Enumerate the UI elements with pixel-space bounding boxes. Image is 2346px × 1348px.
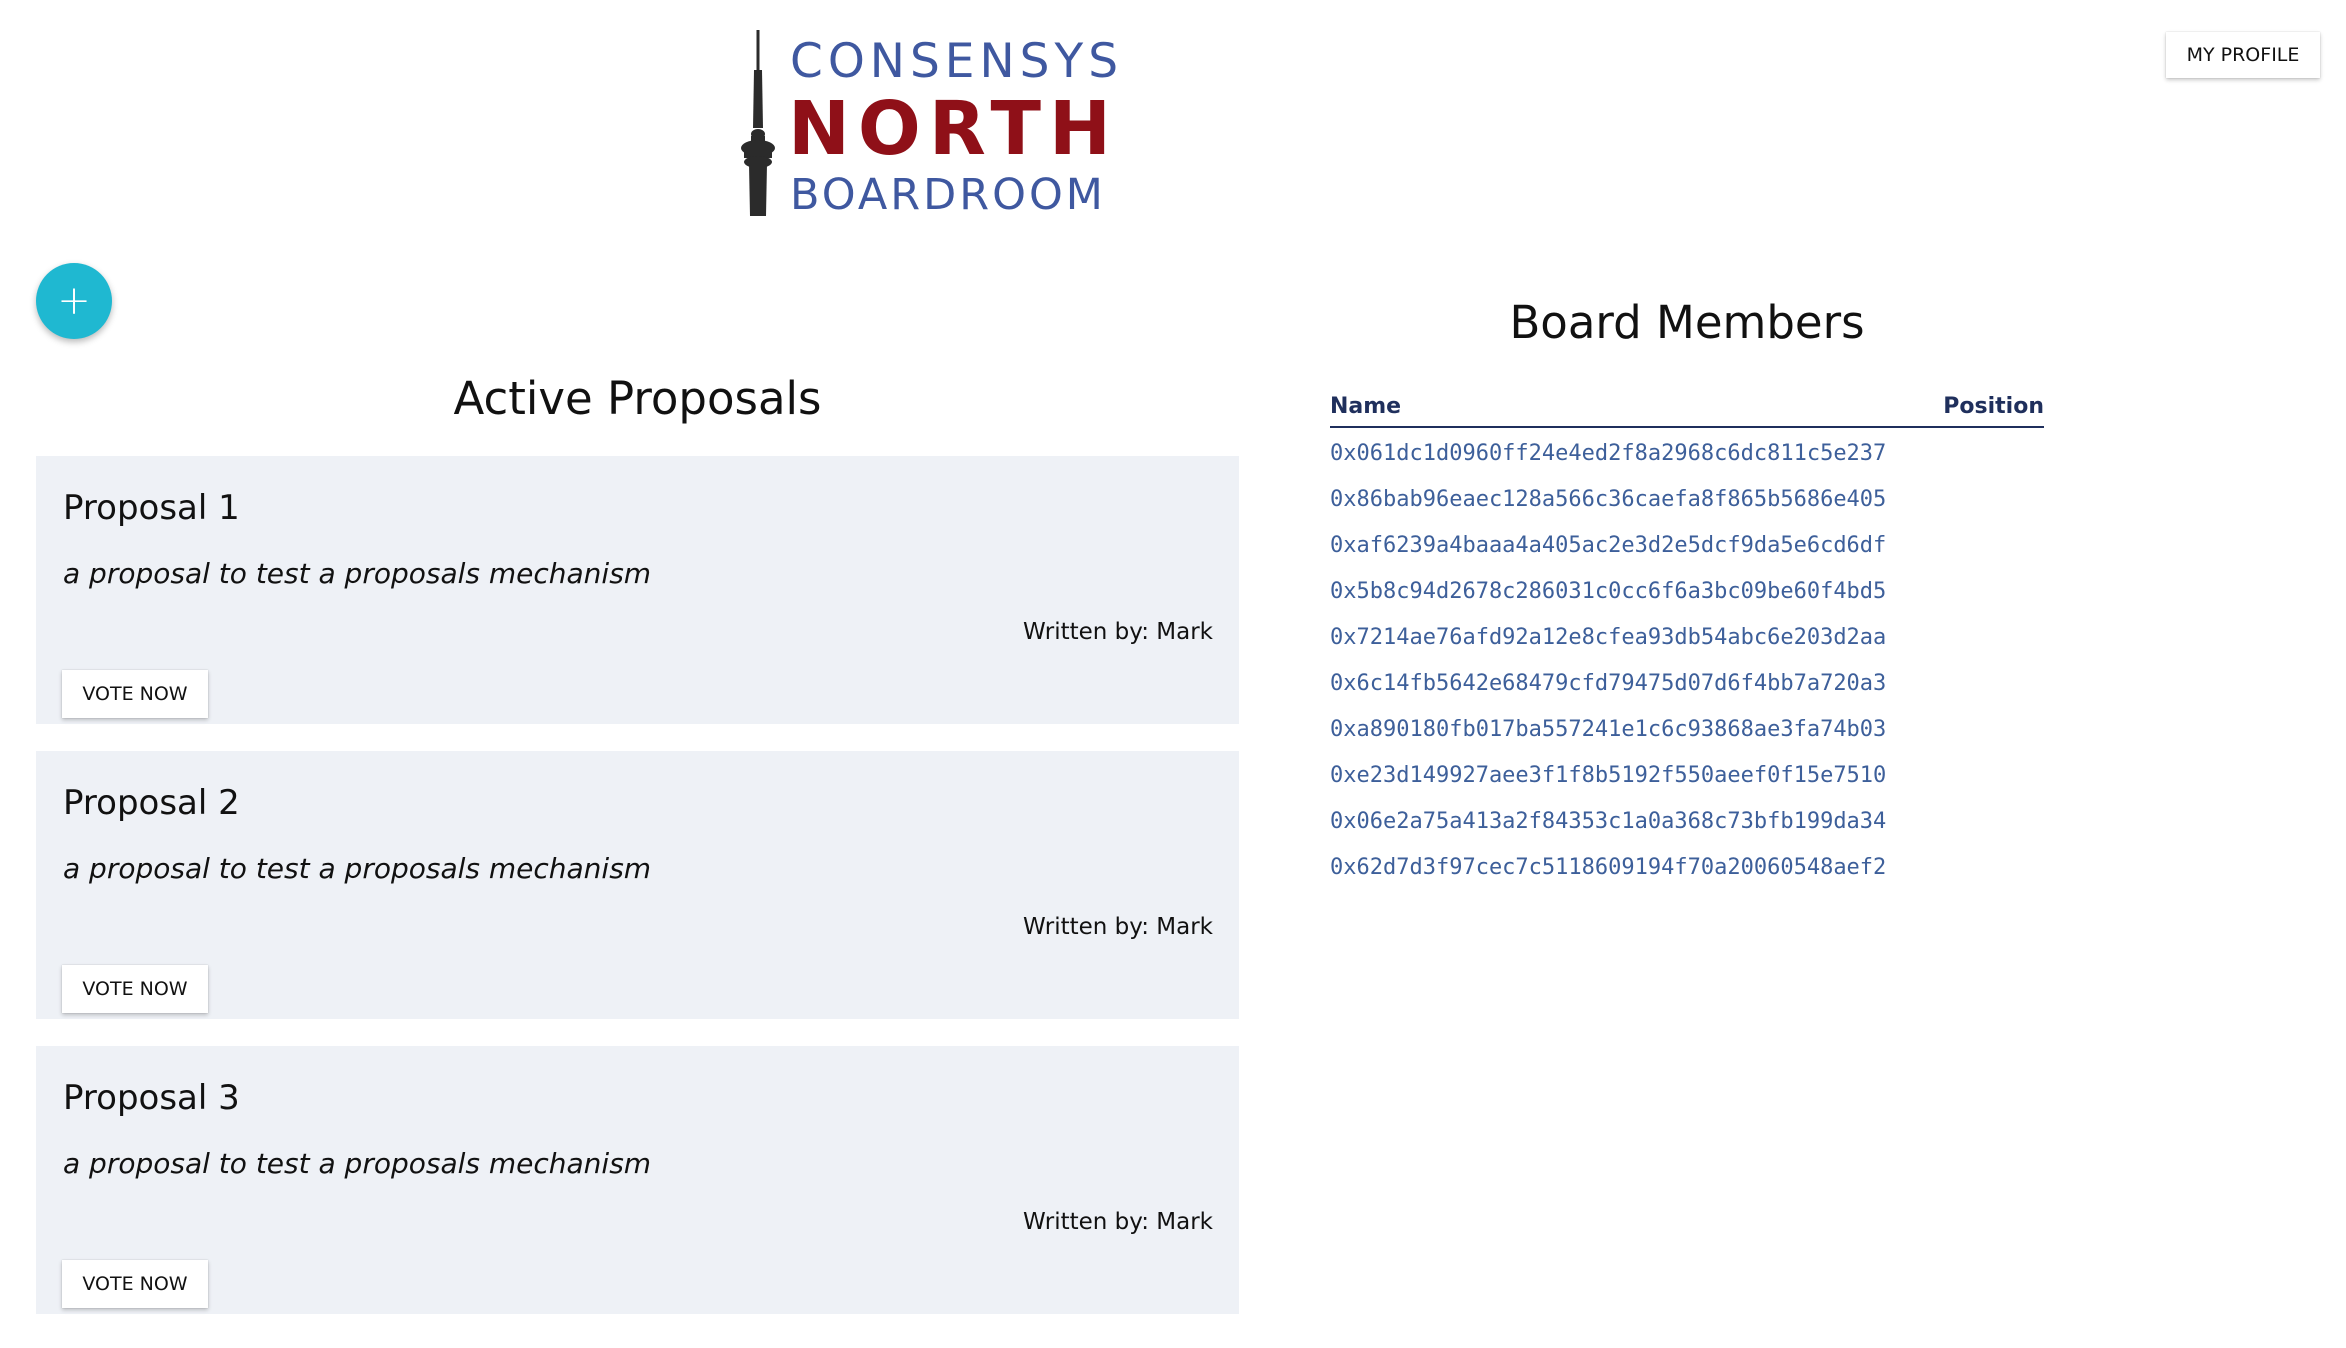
plus-icon: +: [57, 278, 91, 324]
column-header-position: Position: [1943, 393, 2044, 419]
logo-line-consensys: CONSENSYS: [790, 34, 1124, 89]
proposal-list: Proposal 1 a proposal to test a proposal…: [36, 456, 1239, 1341]
proposal-title: Proposal 1: [63, 488, 240, 528]
tower-icon: [741, 30, 775, 216]
table-header: Name Position: [1330, 386, 2044, 428]
proposal-title: Proposal 2: [63, 783, 240, 823]
table-row: 0x7214ae76afd92a12e8cfea93db54abc6e203d2…: [1330, 624, 1887, 650]
proposal-description: a proposal to test a proposals mechanism: [63, 1147, 652, 1180]
proposals-heading: Active Proposals: [453, 372, 822, 425]
add-proposal-button[interactable]: +: [36, 263, 112, 339]
app-logo: CONSENSYS NORTH BOARDROOM: [738, 30, 1118, 220]
proposal-card: Proposal 1 a proposal to test a proposal…: [36, 456, 1239, 724]
vote-now-button[interactable]: VOTE NOW: [62, 965, 208, 1013]
proposal-card: Proposal 3 a proposal to test a proposal…: [36, 1046, 1239, 1314]
proposal-description: a proposal to test a proposals mechanism: [63, 852, 652, 885]
column-header-name: Name: [1330, 393, 1402, 419]
table-row: 0x06e2a75a413a2f84353c1a0a368c73bfb199da…: [1330, 808, 1887, 834]
proposal-card: Proposal 2 a proposal to test a proposal…: [36, 751, 1239, 1019]
proposal-description: a proposal to test a proposals mechanism: [63, 557, 652, 590]
vote-now-button[interactable]: VOTE NOW: [62, 670, 208, 718]
table-row: 0x061dc1d0960ff24e4ed2f8a2968c6dc811c5e2…: [1330, 440, 1887, 466]
proposal-title: Proposal 3: [63, 1078, 240, 1118]
proposal-author: Written by: Mark: [1023, 1209, 1213, 1235]
logo-line-north: NORTH: [788, 86, 1119, 172]
vote-now-button[interactable]: VOTE NOW: [62, 1260, 208, 1308]
table-row: 0xaf6239a4baaa4a405ac2e3d2e5dcf9da5e6cd6…: [1330, 532, 1887, 558]
table-row: 0x6c14fb5642e68479cfd79475d07d6f4bb7a720…: [1330, 670, 1887, 696]
table-row: 0xe23d149927aee3f1f8b5192f550aeef0f15e75…: [1330, 762, 1887, 788]
my-profile-button[interactable]: MY PROFILE: [2166, 32, 2320, 78]
table-row: 0x5b8c94d2678c286031c0cc6f6a3bc09be60f4b…: [1330, 578, 1887, 604]
proposal-author: Written by: Mark: [1023, 914, 1213, 940]
board-members-heading: Board Members: [1509, 296, 1865, 349]
board-members-table: Name Position 0x061dc1d0960ff24e4ed2f8a2…: [1330, 386, 2044, 890]
table-row: 0x62d7d3f97cec7c5118609194f70a20060548ae…: [1330, 854, 1887, 880]
proposal-author: Written by: Mark: [1023, 619, 1213, 645]
logo-line-boardroom: BOARDROOM: [790, 170, 1106, 220]
table-row: 0xa890180fb017ba557241e1c6c93868ae3fa74b…: [1330, 716, 1887, 742]
table-body: 0x061dc1d0960ff24e4ed2f8a2968c6dc811c5e2…: [1330, 428, 2044, 890]
table-row: 0x86bab96eaec128a566c36caefa8f865b5686e4…: [1330, 486, 1887, 512]
